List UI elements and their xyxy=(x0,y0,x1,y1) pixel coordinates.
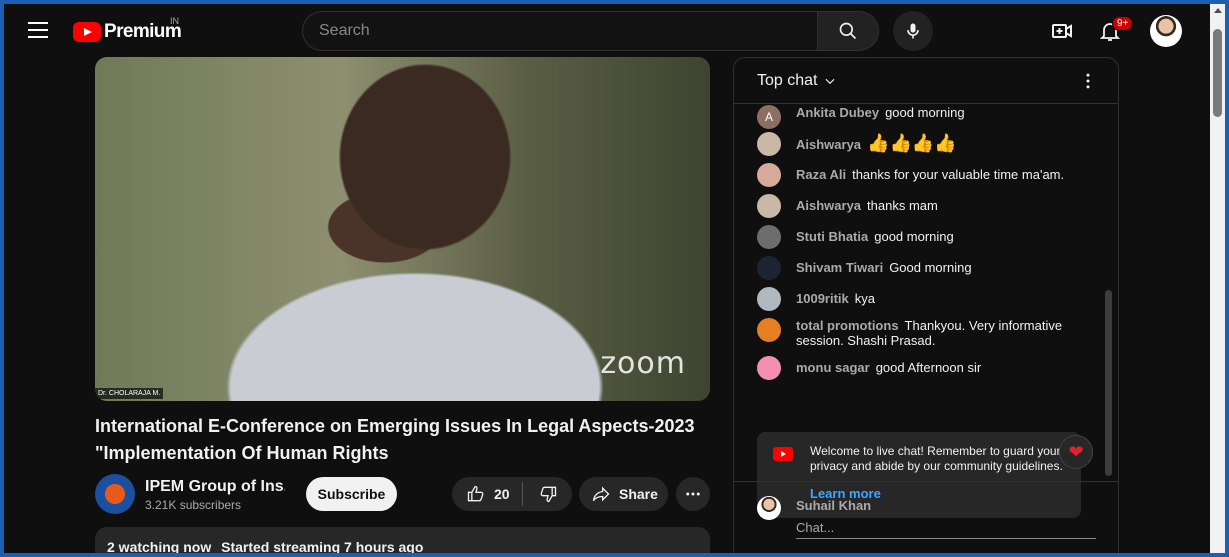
chat-text: good morning xyxy=(874,229,954,244)
chat-author: 1009ritik xyxy=(796,291,849,306)
watching-count: 2 watching now xyxy=(107,539,212,553)
chat-user-avatar xyxy=(757,194,781,218)
search-box xyxy=(302,11,817,51)
chat-author: Stuti Bhatia xyxy=(796,229,869,244)
chat-scrollbar[interactable] xyxy=(1105,290,1112,476)
voice-search-button[interactable] xyxy=(893,11,933,51)
chat-user-avatar xyxy=(757,225,781,249)
chevron-down-icon xyxy=(825,78,835,85)
chat-text: good morning xyxy=(885,105,965,120)
chat-message: A Ankita Dubey good morning xyxy=(757,105,1087,129)
chat-message: Stuti Bhatia good morning xyxy=(757,225,1087,249)
thumbs-down-icon xyxy=(540,486,556,503)
chat-message: total promotions Thankyou. Very informati… xyxy=(757,316,1087,348)
account-avatar[interactable] xyxy=(1150,15,1182,47)
thumbs-up-icon xyxy=(467,485,484,502)
chat-mode-dropdown[interactable]: Top chat xyxy=(757,72,837,90)
top-bar: Premium IN 9+ xyxy=(4,4,1210,58)
scroll-up-arrow-icon[interactable] xyxy=(1214,8,1222,13)
chat-text: kya xyxy=(854,291,875,306)
create-button[interactable] xyxy=(1050,19,1074,43)
microphone-icon xyxy=(907,23,919,39)
live-chat-panel: Top chat A Ankita Dubey good morning Aish… xyxy=(733,57,1119,553)
chat-text: 👍👍👍👍 xyxy=(867,133,957,153)
youtube-play-icon xyxy=(73,22,101,42)
heart-icon: ❤ xyxy=(1068,441,1084,462)
zoom-watermark: zoom xyxy=(600,346,686,381)
chat-input-area: Suhail Khan xyxy=(734,481,1118,553)
dislike-button[interactable] xyxy=(523,477,572,511)
current-user-avatar xyxy=(757,496,781,520)
chat-message: Aishwarya thanks mam xyxy=(757,194,1087,218)
chat-author: Aishwarya xyxy=(796,137,862,152)
notification-badge: 9+ xyxy=(1112,16,1134,31)
stream-started: Started streaming 7 hours ago xyxy=(221,539,424,553)
chat-author: Raza Ali xyxy=(796,167,847,182)
more-vertical-icon xyxy=(1086,73,1090,89)
chat-text: good Afternoon sir xyxy=(875,360,982,375)
app-window: Premium IN 9+ zoom Dr. CHOLARAJA M. Inte… xyxy=(4,4,1225,553)
search-input[interactable] xyxy=(303,12,817,50)
chat-author: total promotions xyxy=(796,318,899,333)
chat-message-list: A Ankita Dubey good morning Aishwarya 👍👍👍👍… xyxy=(734,104,1104,518)
chat-author: Aishwarya xyxy=(796,198,862,213)
more-actions-button[interactable] xyxy=(676,477,710,511)
chat-author: monu sagar xyxy=(796,360,870,375)
hamburger-menu-icon[interactable] xyxy=(28,22,48,38)
channel-name[interactable]: IPEM Group of Ins... xyxy=(145,478,285,496)
description-box[interactable]: 2 watching now Started streaming 7 hours… xyxy=(95,527,710,553)
like-button[interactable]: 20 xyxy=(452,477,522,511)
chat-user-avatar xyxy=(757,163,781,187)
heart-reaction-button[interactable]: ❤ xyxy=(1059,435,1093,469)
share-arrow-icon xyxy=(592,486,610,502)
search-icon xyxy=(839,22,857,40)
chat-text: Good morning xyxy=(889,260,972,275)
chat-message: 1009ritik kya xyxy=(757,287,1087,311)
chat-header: Top chat xyxy=(734,58,1118,104)
subscribe-button[interactable]: Subscribe xyxy=(306,477,397,511)
chat-message: monu sagar good Afternoon sir xyxy=(757,356,1087,380)
chat-message: Raza Ali thanks for your valuable time ma… xyxy=(757,163,1087,187)
page-scrollbar[interactable] xyxy=(1210,4,1225,553)
chat-user-avatar xyxy=(757,256,781,280)
chat-user-avatar xyxy=(757,132,781,156)
country-code: IN xyxy=(170,16,179,26)
chat-user-avatar xyxy=(757,287,781,311)
chat-author: Ankita Dubey xyxy=(796,105,880,120)
chat-message: Aishwarya 👍👍👍👍 xyxy=(757,132,1087,156)
chat-user-avatar xyxy=(757,356,781,380)
chat-input[interactable] xyxy=(796,517,1096,539)
share-label: Share xyxy=(619,486,658,502)
youtube-premium-logo[interactable]: Premium xyxy=(73,21,182,43)
current-user-name: Suhail Khan xyxy=(796,498,872,513)
welcome-text: Welcome to live chat! Remember to guard … xyxy=(810,444,1063,473)
share-button[interactable]: Share xyxy=(579,477,668,511)
chat-menu-button[interactable] xyxy=(1078,71,1098,91)
chat-user-avatar xyxy=(757,318,781,342)
chat-message: Shivam Tiwari Good morning xyxy=(757,256,1087,280)
chat-text: thanks for your valuable time ma'am. xyxy=(852,167,1065,182)
chat-user-avatar: A xyxy=(757,105,781,129)
youtube-icon xyxy=(773,447,793,461)
scrollbar-thumb[interactable] xyxy=(1213,29,1222,117)
like-dislike-group: 20 xyxy=(452,477,572,511)
create-video-icon xyxy=(1052,24,1072,38)
search-button[interactable] xyxy=(817,11,879,51)
like-count: 20 xyxy=(494,486,510,502)
more-horizontal-icon xyxy=(686,492,700,496)
chat-mode-label: Top chat xyxy=(757,72,818,89)
speaker-name-tag: Dr. CHOLARAJA M. xyxy=(95,388,164,399)
video-player[interactable]: zoom Dr. CHOLARAJA M. xyxy=(95,57,710,401)
chat-author: Shivam Tiwari xyxy=(796,260,884,275)
chat-text: thanks mam xyxy=(867,198,938,213)
video-title: International E-Conference on Emerging I… xyxy=(95,416,695,463)
subscriber-count: 3.21K subscribers xyxy=(145,498,242,512)
channel-avatar[interactable] xyxy=(95,474,135,514)
